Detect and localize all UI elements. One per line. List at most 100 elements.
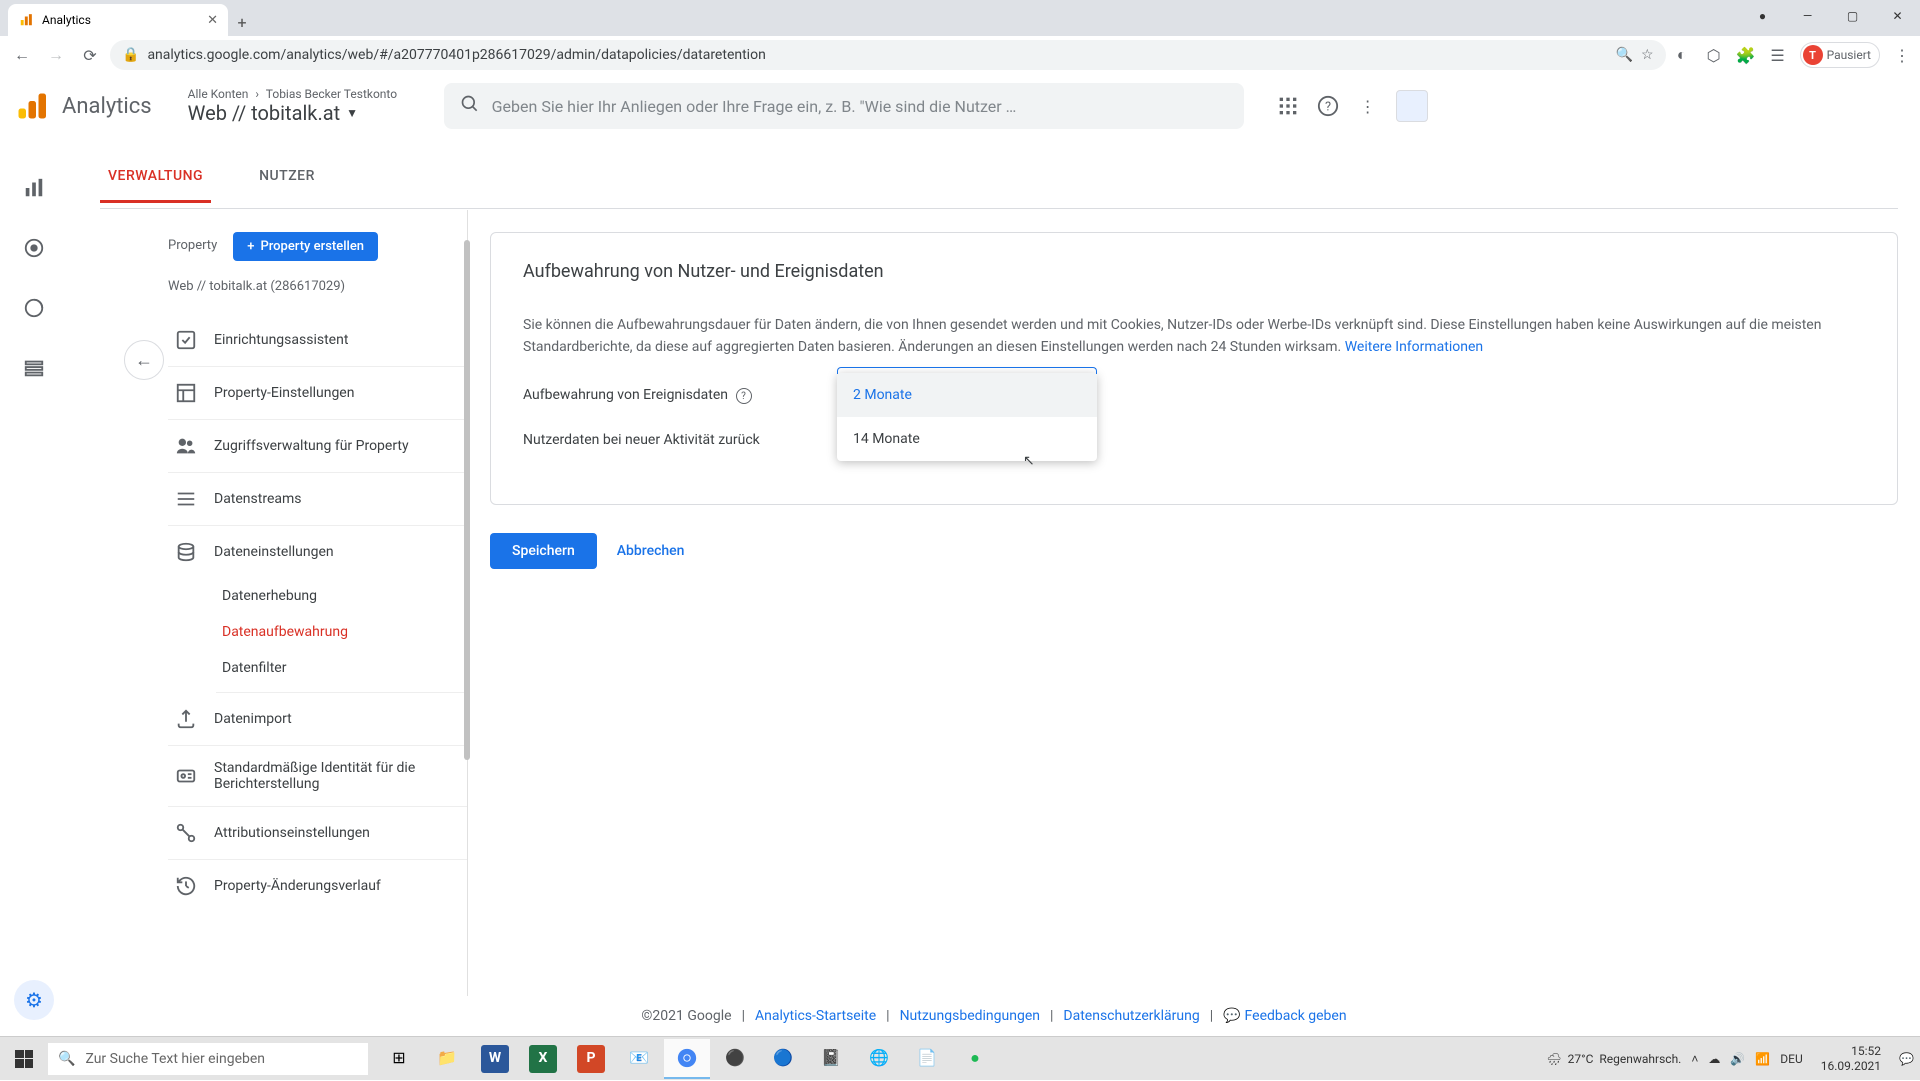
obs-icon[interactable]: ⚫ [712,1039,758,1079]
edge-icon[interactable]: 🌐 [856,1039,902,1079]
menu-icon[interactable]: ⋮ [1892,45,1912,65]
attribution-icon [174,821,198,845]
overflow-icon[interactable]: ⋮ [1356,94,1380,118]
reading-list-icon[interactable]: ☰ [1768,45,1788,65]
taskbar: 🔍 Zur Suche Text hier eingeben ⊞ 📁 W X P… [0,1036,1920,1080]
minimize-button[interactable]: — [1785,0,1830,32]
mail-icon[interactable]: 📧 [616,1039,662,1079]
sidebar-item-collection[interactable]: Datenerhebung [216,578,467,614]
property-label: Property [168,238,217,253]
reports-icon[interactable] [22,176,46,200]
account-avatar[interactable] [1396,90,1428,122]
account-picker[interactable]: Alle Konten › Tobias Becker Testkonto We… [188,87,428,125]
explore-icon[interactable] [22,236,46,260]
language-indicator[interactable]: DEU [1780,1052,1802,1066]
dropdown-option[interactable]: 2 Monate [837,373,1097,417]
search-bar[interactable]: Geben Sie hier Ihr Anliegen oder Ihre Fr… [444,83,1244,129]
reload-button[interactable]: ⟳ [76,41,104,69]
sidebar-item-streams[interactable]: Datenstreams [168,473,467,526]
clock[interactable]: 15:52 16.09.2021 [1813,1044,1889,1073]
close-window-button[interactable]: ✕ [1875,0,1920,32]
sidebar-item-history[interactable]: Property-Änderungsverlauf [168,860,467,912]
url-bar[interactable]: 🔒 analytics.google.com/analytics/web/#/a… [110,40,1666,70]
weather-widget[interactable]: 🌧 27°C Regenwahrsch. [1546,1052,1681,1066]
back-button[interactable]: ← [8,41,36,69]
chevron-up-icon[interactable]: ˄ [1691,1052,1698,1066]
profile-badge[interactable]: T Pausiert [1800,42,1880,68]
analytics-favicon-icon [18,12,34,28]
task-view-icon[interactable]: ⊞ [376,1039,422,1079]
dropdown-option[interactable]: 14 Monate [837,417,1097,461]
start-button[interactable] [0,1037,48,1081]
excel-icon[interactable]: X [529,1045,557,1073]
footer-privacy-link[interactable]: Datenschutzerklärung [1063,1008,1199,1024]
history-icon [174,874,198,898]
sub-items: Datenerhebung Datenaufbewahrung Datenfil… [168,578,467,693]
taskbar-search[interactable]: 🔍 Zur Suche Text hier eingeben [48,1043,368,1075]
analytics-header: Analytics Alle Konten › Tobias Becker Te… [0,74,1920,138]
cloud-icon[interactable]: ☁ [1708,1052,1720,1066]
property-name: Web // tobitalk.at ▼ [188,101,428,125]
app-icon[interactable]: 📓 [808,1039,854,1079]
create-property-button[interactable]: + Property erstellen [233,232,378,261]
notepad-icon[interactable]: 📄 [904,1039,950,1079]
maximize-button[interactable]: ▢ [1830,0,1875,32]
browser-user-icon[interactable]: ● [1740,0,1785,32]
help-icon[interactable]: ? [1316,94,1340,118]
zoom-icon[interactable]: 🔍 [1616,47,1633,63]
footer-feedback-link[interactable]: Feedback geben [1245,1008,1347,1024]
streams-icon [174,487,198,511]
browser-tab[interactable]: Analytics ✕ [8,4,228,36]
explorer-icon[interactable]: 📁 [424,1039,470,1079]
cancel-button[interactable]: Abbrechen [617,533,685,569]
sidebar-item-retention[interactable]: Datenaufbewahrung [216,614,467,650]
url-text: analytics.google.com/analytics/web/#/a20… [147,47,1607,63]
spotify-icon[interactable]: ● [952,1039,998,1079]
help-icon[interactable]: ? [736,388,752,404]
extension-icon[interactable]: ◐ [1672,45,1692,65]
app-icon[interactable]: 🔵 [760,1039,806,1079]
sidebar-item-property-settings[interactable]: Property-Einstellungen [168,367,467,420]
notifications-icon[interactable]: 💬 [1899,1052,1914,1066]
back-arrow-button[interactable]: ← [124,340,164,380]
extension-icon[interactable]: ⬡ [1704,45,1724,65]
card-description: Sie können die Aufbewahrungsdauer für Da… [523,314,1865,359]
cursor-icon: ↖ [1023,453,1035,469]
sidebar-item-setup[interactable]: Einrichtungsassistent [168,314,467,367]
extensions-icon[interactable]: 🧩 [1736,45,1756,65]
sidebar-item-data-settings[interactable]: Dateneinstellungen [168,526,467,578]
scrollbar[interactable] [464,240,470,760]
new-tab-button[interactable]: + [228,8,256,36]
retention-dropdown[interactable]: 2 Monate 14 Monate [837,373,1097,461]
sidebar-item-import[interactable]: Datenimport [168,693,467,746]
analytics-logo-icon [16,91,46,121]
toolbar-icons: ◐ ⬡ 🧩 ☰ T Pausiert ⋮ [1672,42,1912,68]
powerpoint-icon[interactable]: P [577,1045,605,1073]
save-button[interactable]: Speichern [490,533,597,569]
footer-home-link[interactable]: Analytics-Startseite [755,1008,876,1024]
sidebar-item-identity[interactable]: Standardmäßige Identität für die Bericht… [168,746,467,807]
row-label: Nutzerdaten bei neuer Aktivität zurück [523,432,760,448]
analytics-title: Analytics [62,94,152,119]
task-icons: ⊞ 📁 W X P 📧 ⚫ 🔵 📓 🌐 📄 ● [376,1037,998,1080]
forward-button[interactable]: → [42,41,70,69]
advertising-icon[interactable] [22,296,46,320]
more-info-link[interactable]: Weitere Informationen [1345,339,1483,355]
word-icon[interactable]: W [481,1045,509,1073]
row-label: Aufbewahrung von Ereignisdaten [523,387,728,403]
footer-terms-link[interactable]: Nutzungsbedingungen [900,1008,1040,1024]
wifi-icon[interactable]: 📶 [1755,1052,1770,1066]
sidebar-item-filter[interactable]: Datenfilter [216,650,467,693]
configure-icon[interactable] [22,356,46,380]
apps-icon[interactable] [1276,94,1300,118]
gear-icon[interactable]: ⚙ [14,980,54,1020]
sidebar-item-access[interactable]: Zugriffsverwaltung für Property [168,420,467,473]
window-controls: ● — ▢ ✕ [1740,0,1920,32]
close-icon[interactable]: ✕ [207,13,218,28]
weather-icon: 🌧 [1546,1052,1561,1066]
chrome-icon[interactable] [664,1039,710,1079]
volume-icon[interactable]: 🔊 [1730,1052,1745,1066]
copyright: ©2021 Google [641,1008,731,1024]
bookmark-icon[interactable]: ☆ [1641,47,1654,63]
sidebar-item-attribution[interactable]: Attributionseinstellungen [168,807,467,860]
